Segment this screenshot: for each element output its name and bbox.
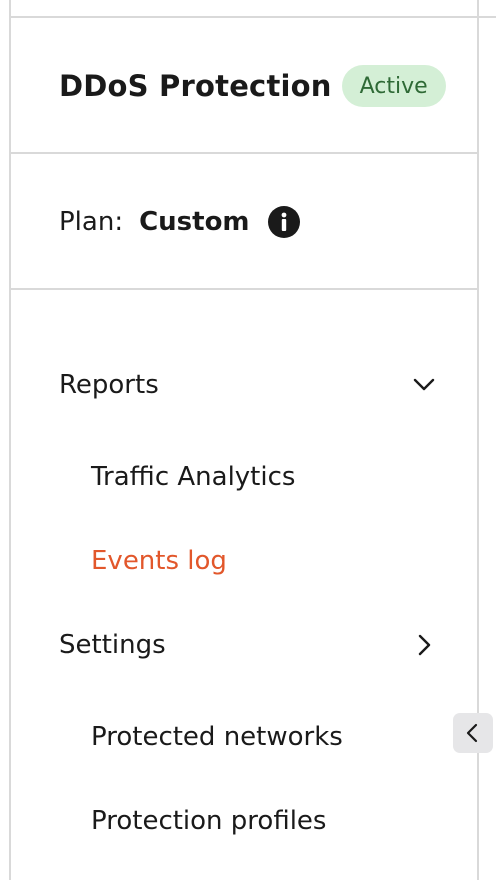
nav-group-settings-label: Settings <box>59 630 166 660</box>
chevron-right-icon[interactable] <box>409 630 439 660</box>
top-divider <box>11 16 477 18</box>
nav-item-traffic-analytics[interactable]: Traffic Analytics <box>91 454 295 500</box>
collapse-sidebar-button[interactable] <box>453 713 493 753</box>
nav-group-reports[interactable]: Reports <box>59 362 439 408</box>
info-icon[interactable] <box>267 206 300 238</box>
plan-value: Custom <box>139 207 250 237</box>
sidebar-frame: DDoS Protection Active Plan: Custom Repo… <box>0 0 496 880</box>
top-divider-extension <box>477 16 496 18</box>
nav-item-events-log[interactable]: Events log <box>91 538 227 584</box>
status-badge: Active <box>341 65 446 107</box>
header-divider <box>11 152 477 154</box>
chevron-left-icon <box>462 722 484 744</box>
nav-group-reports-label: Reports <box>59 370 159 400</box>
product-title: DDoS Protection <box>59 69 332 103</box>
product-header: DDoS Protection Active <box>59 62 446 110</box>
nav-item-protection-profiles[interactable]: Protection profiles <box>91 798 326 844</box>
sidebar-panel: DDoS Protection Active Plan: Custom Repo… <box>11 0 477 880</box>
nav-group-settings[interactable]: Settings <box>59 622 439 668</box>
plan-divider <box>11 288 477 290</box>
nav-item-protected-networks[interactable]: Protected networks <box>91 714 343 760</box>
plan-label: Plan: <box>59 207 124 237</box>
plan-row: Plan: Custom <box>59 200 300 244</box>
chevron-down-icon[interactable] <box>409 370 439 400</box>
